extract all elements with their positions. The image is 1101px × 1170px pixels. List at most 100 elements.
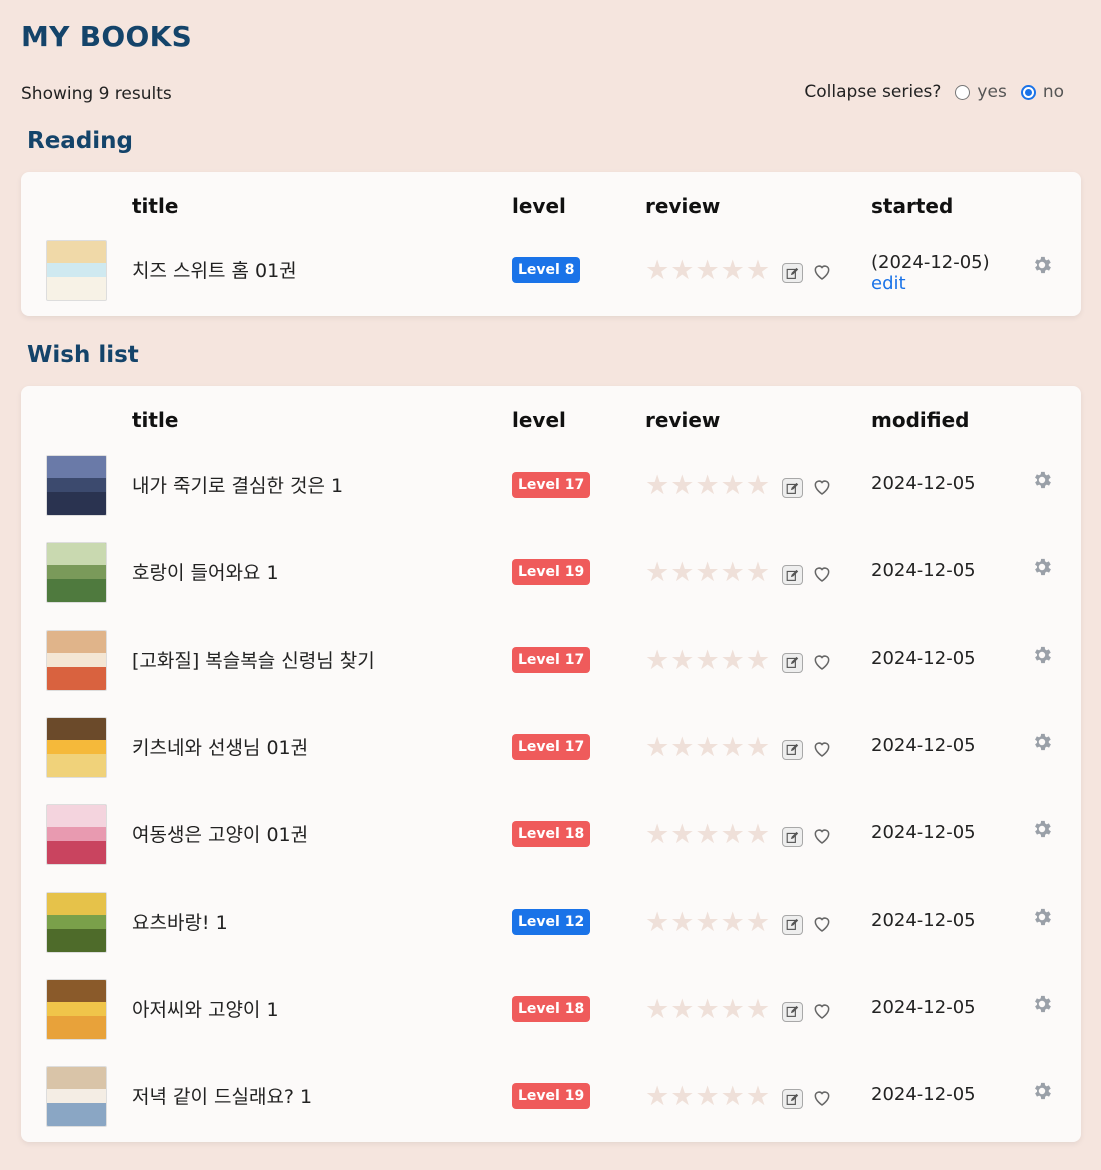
- star-icon[interactable]: ★: [645, 909, 669, 936]
- book-title[interactable]: [고화질] 복슬복슬 신령님 찾기: [132, 646, 375, 673]
- book-title[interactable]: 키츠네와 선생님 01권: [132, 733, 308, 760]
- column-header-date[interactable]: modified: [871, 408, 969, 432]
- edit-review-icon[interactable]: [782, 739, 803, 760]
- collapse-yes-option[interactable]: yes: [955, 82, 1007, 102]
- column-header-review[interactable]: review: [645, 194, 720, 218]
- gear-icon[interactable]: [1031, 556, 1053, 578]
- star-icon[interactable]: ★: [721, 734, 745, 761]
- star-icon[interactable]: ★: [695, 734, 719, 761]
- star-icon[interactable]: ★: [670, 257, 694, 284]
- gear-icon[interactable]: [1031, 731, 1053, 753]
- column-header-title[interactable]: title: [132, 408, 178, 432]
- edit-review-icon[interactable]: [782, 478, 803, 498]
- edit-review-icon[interactable]: [782, 652, 803, 673]
- book-title[interactable]: 요츠바랑! 1: [132, 908, 228, 935]
- star-icon[interactable]: ★: [746, 734, 770, 761]
- book-cover[interactable]: [46, 978, 107, 1040]
- book-title[interactable]: 내가 죽기로 결심한 것은 1: [132, 471, 343, 498]
- heart-icon[interactable]: [812, 262, 832, 281]
- collapse-yes-radio[interactable]: [955, 84, 971, 100]
- heart-icon[interactable]: [812, 477, 832, 496]
- star-rating[interactable]: ★ ★ ★ ★ ★: [645, 559, 771, 586]
- star-icon[interactable]: ★: [670, 909, 694, 936]
- edit-review-icon[interactable]: [782, 1001, 803, 1022]
- star-icon[interactable]: ★: [746, 559, 770, 586]
- star-rating[interactable]: ★ ★ ★ ★ ★: [645, 472, 771, 499]
- column-header-date[interactable]: started: [871, 194, 953, 218]
- gear-icon[interactable]: [1031, 818, 1053, 840]
- heart-icon[interactable]: [812, 914, 832, 933]
- star-icon[interactable]: ★: [670, 1083, 694, 1110]
- star-icon[interactable]: ★: [721, 559, 745, 586]
- star-icon[interactable]: ★: [645, 996, 669, 1023]
- star-icon[interactable]: ★: [746, 996, 770, 1023]
- book-title[interactable]: 여동생은 고양이 01권: [132, 820, 308, 847]
- star-icon[interactable]: ★: [645, 734, 669, 761]
- heart-icon[interactable]: [812, 1001, 832, 1020]
- star-rating[interactable]: ★ ★ ★ ★ ★: [645, 647, 771, 674]
- gear-icon[interactable]: [1031, 906, 1053, 928]
- star-icon[interactable]: ★: [695, 559, 719, 586]
- star-icon[interactable]: ★: [670, 559, 694, 586]
- star-icon[interactable]: ★: [746, 909, 770, 936]
- star-icon[interactable]: ★: [695, 821, 719, 848]
- collapse-no-option[interactable]: no: [1020, 82, 1064, 102]
- star-icon[interactable]: ★: [645, 257, 669, 284]
- gear-icon[interactable]: [1031, 469, 1053, 491]
- gear-icon[interactable]: [1031, 644, 1053, 666]
- star-icon[interactable]: ★: [746, 472, 770, 499]
- heart-icon[interactable]: [812, 826, 832, 845]
- star-icon[interactable]: ★: [645, 559, 669, 586]
- star-icon[interactable]: ★: [721, 257, 745, 284]
- book-cover[interactable]: [46, 891, 107, 953]
- column-header-level[interactable]: level: [512, 408, 566, 432]
- heart-icon[interactable]: [812, 564, 832, 583]
- star-icon[interactable]: ★: [721, 996, 745, 1023]
- edit-date-link[interactable]: edit: [871, 273, 990, 294]
- edit-review-icon[interactable]: [782, 263, 803, 283]
- edit-review-icon[interactable]: [782, 914, 803, 935]
- book-title[interactable]: 저녁 같이 드실래요? 1: [132, 1082, 312, 1109]
- book-cover[interactable]: [46, 804, 107, 866]
- star-rating[interactable]: ★ ★ ★ ★ ★: [645, 996, 771, 1023]
- heart-icon[interactable]: [812, 652, 832, 671]
- star-icon[interactable]: ★: [695, 647, 719, 674]
- star-icon[interactable]: ★: [695, 257, 719, 284]
- gear-icon[interactable]: [1031, 254, 1053, 276]
- star-icon[interactable]: ★: [721, 647, 745, 674]
- book-cover[interactable]: [46, 542, 107, 604]
- star-icon[interactable]: ★: [721, 472, 745, 499]
- collapse-no-radio[interactable]: [1020, 84, 1036, 100]
- heart-icon[interactable]: [812, 739, 832, 758]
- star-icon[interactable]: ★: [670, 996, 694, 1023]
- star-rating[interactable]: ★ ★ ★ ★ ★: [645, 257, 771, 284]
- star-icon[interactable]: ★: [670, 821, 694, 848]
- book-cover[interactable]: [46, 1066, 107, 1128]
- star-rating[interactable]: ★ ★ ★ ★ ★: [645, 909, 771, 936]
- gear-icon[interactable]: [1031, 993, 1053, 1015]
- star-icon[interactable]: ★: [746, 647, 770, 674]
- star-icon[interactable]: ★: [645, 472, 669, 499]
- edit-review-icon[interactable]: [782, 565, 803, 586]
- star-icon[interactable]: ★: [645, 1083, 669, 1110]
- star-icon[interactable]: ★: [746, 1083, 770, 1110]
- star-icon[interactable]: ★: [695, 472, 719, 499]
- star-icon[interactable]: ★: [721, 1083, 745, 1110]
- column-header-level[interactable]: level: [512, 194, 566, 218]
- star-icon[interactable]: ★: [670, 647, 694, 674]
- star-icon[interactable]: ★: [746, 257, 770, 284]
- edit-review-icon[interactable]: [782, 827, 803, 848]
- book-title[interactable]: 치즈 스위트 홈 01권: [132, 256, 297, 283]
- star-icon[interactable]: ★: [695, 996, 719, 1023]
- star-icon[interactable]: ★: [695, 1083, 719, 1110]
- book-cover[interactable]: [46, 716, 107, 778]
- gear-icon[interactable]: [1031, 1080, 1053, 1102]
- book-cover[interactable]: [46, 240, 107, 301]
- star-icon[interactable]: ★: [721, 909, 745, 936]
- column-header-title[interactable]: title: [132, 194, 178, 218]
- star-icon[interactable]: ★: [670, 472, 694, 499]
- star-icon[interactable]: ★: [746, 821, 770, 848]
- book-cover[interactable]: [46, 629, 107, 691]
- star-icon[interactable]: ★: [645, 821, 669, 848]
- column-header-review[interactable]: review: [645, 408, 720, 432]
